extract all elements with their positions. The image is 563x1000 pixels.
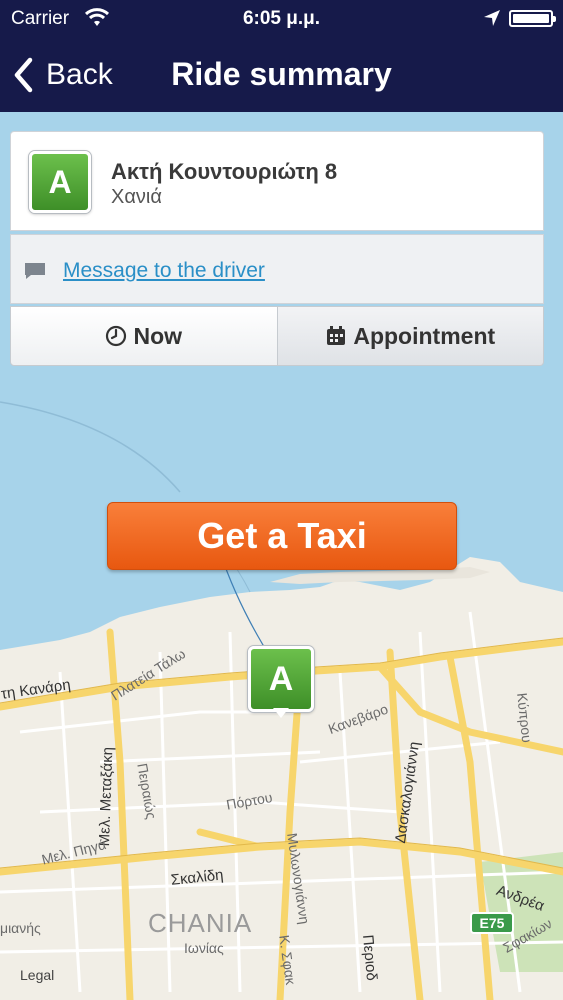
location-arrow-icon (484, 10, 500, 26)
map-city-label: CHANIA (148, 908, 253, 938)
appointment-option[interactable]: Appointment (277, 306, 544, 366)
now-label: Now (133, 322, 183, 349)
appointment-label: Appointment (353, 322, 496, 349)
timing-segmented-control: Now Appointment (10, 306, 544, 366)
message-driver-link[interactable]: Message to the driver (63, 259, 265, 283)
top-bar: Carrier 6:05 μ.μ. Back Ride summary (0, 0, 563, 112)
calendar-icon (327, 326, 346, 345)
battery-icon (509, 10, 556, 27)
map-label: μιανής (0, 920, 41, 936)
speech-bubble-icon (25, 263, 45, 279)
now-option[interactable]: Now (10, 306, 278, 366)
pin-badge: A (248, 646, 314, 712)
status-bar: Carrier 6:05 μ.μ. (0, 0, 563, 38)
pickup-map-pin[interactable]: A (248, 646, 314, 724)
page-title: Ride summary (171, 56, 392, 92)
get-taxi-button[interactable]: Get a Taxi (107, 502, 457, 570)
clock: 6:05 μ.μ. (242, 8, 321, 29)
clock-icon (106, 325, 127, 347)
pin-tip (273, 708, 289, 718)
road-shield: E75 (470, 912, 514, 934)
message-row[interactable]: Message to the driver (10, 234, 544, 304)
address-city: Χανιά (111, 186, 162, 208)
address-street: Ακτή Κουντουριώτη 8 (111, 159, 338, 184)
pickup-badge: A (29, 151, 91, 213)
legal-link[interactable]: Legal (20, 967, 54, 983)
navigation-bar: Back Ride summary (0, 40, 563, 112)
map-label: Μελ. Μεταξάκη (96, 746, 117, 847)
map-label: Ιωνίας (184, 940, 224, 956)
pickup-address-card[interactable]: A Ακτή Κουντουριώτη 8 Χανιά (10, 131, 544, 231)
